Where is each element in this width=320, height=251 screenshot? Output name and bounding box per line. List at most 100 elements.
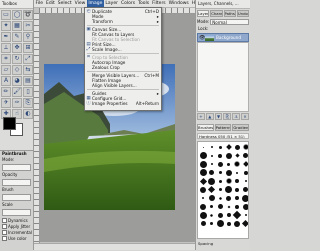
anchor-layer-icon[interactable]: ⚓: [232, 113, 241, 120]
brush-swatch[interactable]: [216, 160, 224, 168]
brush-swatch[interactable]: [216, 177, 224, 185]
brush-swatch[interactable]: [242, 203, 248, 211]
brush-swatch[interactable]: [207, 185, 216, 194]
brush-swatch[interactable]: [216, 211, 224, 219]
lasso-icon[interactable]: ➰: [23, 10, 33, 20]
eraser-icon[interactable]: ▯: [23, 87, 33, 97]
brush-swatch[interactable]: [242, 143, 248, 151]
foreground-color-swatch[interactable]: [3, 117, 16, 130]
scale-icon[interactable]: ⤢: [23, 54, 33, 64]
crop-icon[interactable]: ⌗: [1, 54, 11, 64]
lower-layer-icon[interactable]: ▼: [214, 113, 223, 120]
perspective-icon[interactable]: ◇: [12, 65, 22, 75]
brush-swatch[interactable]: [208, 143, 216, 151]
brush-swatch[interactable]: [233, 177, 241, 185]
checkbox[interactable]: [2, 217, 7, 223]
brush-swatch[interactable]: [233, 203, 241, 211]
measure-icon[interactable]: ⟂: [1, 43, 11, 53]
brush-swatch[interactable]: [216, 143, 224, 151]
brush-swatch[interactable]: [225, 186, 233, 194]
color-picker-icon[interactable]: ✎: [12, 32, 22, 42]
brush-swatch[interactable]: [233, 160, 241, 168]
opacity-slider[interactable]: [2, 179, 31, 186]
tab-brushes[interactable]: Brushes: [197, 124, 214, 131]
brush-swatch[interactable]: [208, 203, 216, 211]
brush-swatch[interactable]: [225, 177, 233, 185]
menu-image[interactable]: Image: [86, 0, 104, 7]
pencil-icon[interactable]: ✏: [1, 87, 11, 97]
mode-select[interactable]: [2, 164, 31, 171]
menu-layer[interactable]: Layer: [104, 0, 120, 7]
checkbox[interactable]: [2, 235, 7, 241]
brush-swatch[interactable]: [233, 143, 241, 151]
brush-select[interactable]: [2, 194, 31, 201]
paintbrush-icon[interactable]: 🖌: [12, 87, 22, 97]
brush-swatch[interactable]: [199, 160, 207, 168]
menu-item-image-properties[interactable]: ⓘ Image Properties Alt+Return: [85, 101, 161, 107]
brush-swatch[interactable]: [199, 186, 207, 194]
move-icon[interactable]: ✥: [12, 43, 22, 53]
brush-swatch[interactable]: [199, 169, 207, 177]
brush-swatch[interactable]: [232, 210, 242, 220]
layer-row-background[interactable]: 👁 Background: [197, 33, 249, 42]
brush-swatch[interactable]: [208, 211, 216, 219]
brush-swatch[interactable]: [208, 160, 216, 168]
tab-patterns[interactable]: Patterns: [214, 124, 232, 131]
brush-swatch[interactable]: [233, 169, 241, 177]
brush-swatch[interactable]: [216, 203, 224, 211]
zoom-icon[interactable]: ⚲: [23, 32, 33, 42]
menu-edit[interactable]: Edit: [45, 0, 57, 7]
scale-slider[interactable]: [2, 209, 31, 216]
brush-swatch[interactable]: [199, 177, 207, 185]
text-icon[interactable]: A: [1, 76, 11, 86]
menu-view[interactable]: View: [73, 0, 87, 7]
fg-bg-colors[interactable]: [3, 117, 23, 136]
ellipse-select-icon[interactable]: ◯: [12, 10, 22, 20]
tab-channels[interactable]: Channels: [210, 10, 223, 17]
brush-swatch[interactable]: [216, 220, 224, 228]
brush-swatch[interactable]: [225, 203, 233, 211]
brush-swatch[interactable]: [225, 152, 233, 160]
brush-swatch[interactable]: [242, 160, 248, 168]
brush-swatch[interactable]: [216, 152, 224, 160]
clone-icon[interactable]: ⎘: [23, 98, 33, 108]
delete-layer-icon[interactable]: ✕: [241, 113, 249, 120]
rect-select-icon[interactable]: ▭: [1, 10, 11, 20]
shear-icon[interactable]: ▱: [1, 65, 11, 75]
tab-layers[interactable]: Layers: [197, 10, 210, 17]
brush-swatch[interactable]: [233, 220, 241, 228]
brush-swatch[interactable]: [225, 169, 233, 177]
tab-undo[interactable]: Undo: [236, 10, 249, 17]
brush-swatch[interactable]: [225, 160, 233, 168]
scissors-icon[interactable]: ✂: [23, 21, 33, 31]
paths-icon[interactable]: ✒: [1, 32, 11, 42]
align-icon[interactable]: ⊞: [23, 43, 33, 53]
brush-swatch[interactable]: [216, 169, 224, 177]
brush-swatch[interactable]: [225, 143, 233, 151]
brush-swatch[interactable]: [233, 194, 241, 202]
brush-swatch[interactable]: [199, 143, 207, 151]
brush-swatch[interactable]: [242, 186, 248, 194]
checkbox[interactable]: [2, 223, 7, 229]
brush-swatch[interactable]: [216, 194, 224, 202]
checkbox[interactable]: [2, 229, 7, 235]
duplicate-layer-icon[interactable]: ⎘: [223, 113, 232, 120]
brush-swatch[interactable]: [225, 194, 233, 202]
brush-swatch[interactable]: [242, 211, 249, 219]
tab-gradients[interactable]: Gradients: [232, 124, 250, 131]
rotate-icon[interactable]: ↻: [12, 54, 22, 64]
brush-swatch[interactable]: [199, 211, 207, 219]
dodge-burn-icon[interactable]: ◐: [23, 109, 33, 119]
color-select-icon[interactable]: ▦: [12, 21, 22, 31]
layers-list[interactable]: [197, 42, 249, 112]
brush-swatch[interactable]: [225, 220, 233, 228]
tool-option-check[interactable]: Incremental: [0, 229, 33, 235]
brush-swatch[interactable]: [216, 186, 224, 194]
fuzzy-select-icon[interactable]: ✦: [1, 21, 11, 31]
brush-swatch[interactable]: [242, 152, 248, 160]
tab-paths[interactable]: Paths: [223, 10, 236, 17]
brush-swatch[interactable]: [208, 220, 216, 228]
brush-swatch[interactable]: [208, 177, 216, 185]
brush-swatch[interactable]: [199, 152, 207, 160]
blend-icon[interactable]: ▤: [23, 76, 33, 86]
